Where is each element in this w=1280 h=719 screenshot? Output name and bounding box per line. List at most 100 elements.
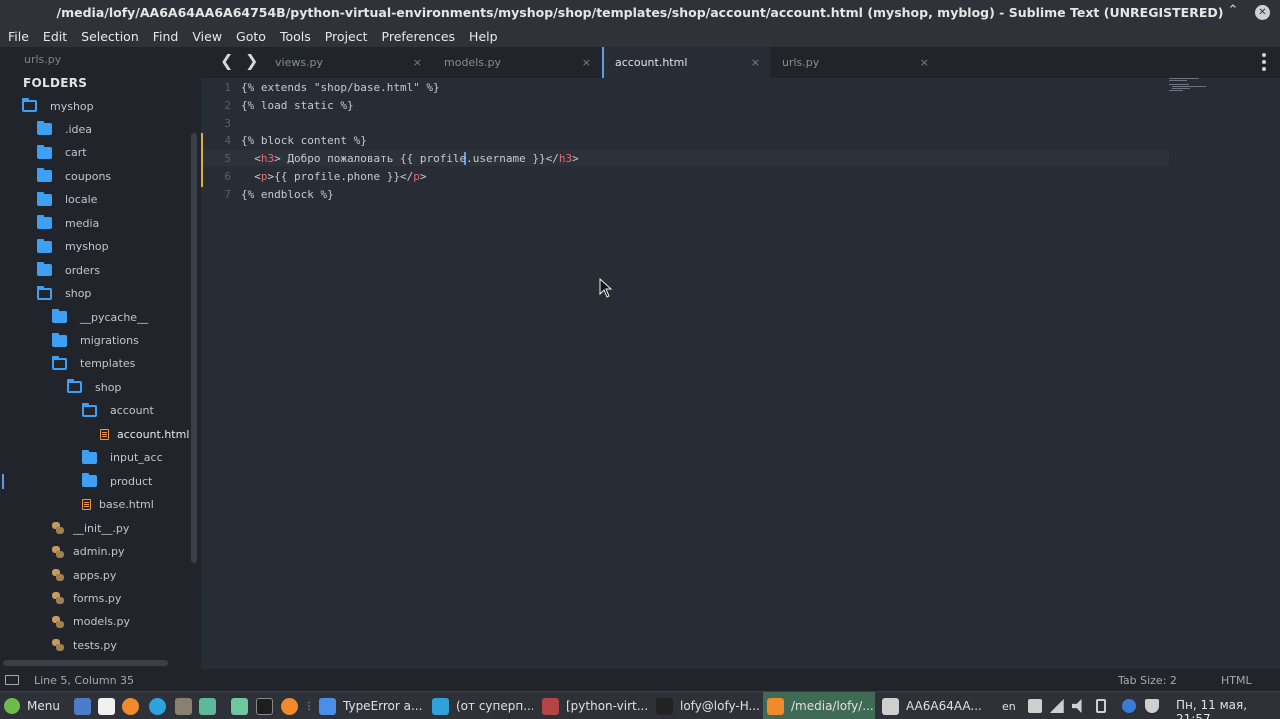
forward-arrow-icon[interactable]: ❯ [245,51,258,70]
code-line[interactable]: <h3> Добро пожаловать {{ profile.usernam… [241,152,579,165]
terminal-icon [656,697,673,715]
file-item[interactable]: base.html [82,495,154,515]
code-line[interactable]: {% load static %} [241,99,354,112]
show-desktop-icon[interactable] [74,692,98,719]
folder-item[interactable]: myshop [22,96,94,116]
keyboard-layout-indicator[interactable]: en [1002,700,1016,713]
modified-line-marker [201,133,203,152]
code-line[interactable]: {% block content %} [241,134,367,147]
chrome-icon [319,697,336,715]
taskbar-window-button[interactable]: AA6A64AA... [878,692,982,719]
menu-help[interactable]: Help [462,29,505,44]
minimize-icon[interactable]: ⌄ [1195,3,1211,20]
tab-close-icon[interactable]: × [582,56,591,69]
panel-toggle-icon[interactable] [5,675,19,685]
start-menu-button[interactable]: Menu [4,692,60,719]
close-icon[interactable]: ✕ [1255,5,1270,20]
taskbar-window-button[interactable]: /media/lofy/... [763,692,875,719]
terminal-launcher-icon[interactable] [256,692,280,719]
menu-selection[interactable]: Selection [74,29,146,44]
sidebar-horizontal-scrollbar[interactable] [3,660,168,666]
tab-urls-py[interactable]: urls.py × [771,47,939,78]
folder-item[interactable]: shop [67,377,121,397]
mint-logo-icon [4,698,20,714]
html-tag-token: h3 [260,152,275,166]
files-launcher-icon[interactable] [199,692,223,719]
code-line[interactable]: <p>{{ profile.phone }}</p> [241,170,426,183]
taskbar-window-button[interactable]: [python-virt... [538,692,648,719]
folder-icon [82,449,97,464]
python-file-icon [52,615,64,628]
skype-launcher-icon[interactable] [175,692,199,719]
folder-item[interactable]: templates [52,354,135,374]
menu-goto[interactable]: Goto [229,29,273,44]
line-number: 1 [224,81,231,94]
folder-launcher-icon[interactable] [231,692,255,719]
tab-size-selector[interactable]: Tab Size: 2 [1118,674,1177,687]
code-line[interactable]: {% extends "shop/base.html" %} [241,81,440,94]
tree-item-label: orders [65,263,101,277]
folder-item[interactable]: product [82,471,152,491]
file-item[interactable]: admin.py [52,542,124,562]
bluetooth-icon[interactable] [1121,699,1136,713]
network-icon[interactable] [1049,699,1064,713]
folder-icon [37,262,52,277]
file-item[interactable]: apps.py [52,565,116,585]
tab-models-py[interactable]: models.py × [433,47,601,78]
sidebar-vertical-scrollbar[interactable] [191,133,197,563]
html-tag-token: p [260,170,268,183]
menu-file[interactable]: File [1,29,36,44]
firefox-launcher-icon-2[interactable] [281,692,305,719]
code-editor[interactable]: 1 2 3 4 5 6 7 {% extends "shop/base.html" %} {% … [201,78,1280,669]
folder-item[interactable]: account [82,401,154,421]
menu-project[interactable]: Project [318,29,375,44]
text-editor-launcher-icon[interactable] [98,692,122,719]
taskbar-window-button[interactable]: TypeError a... [315,692,423,719]
menu-find[interactable]: Find [146,29,186,44]
tree-item-label: __init__.py [73,521,130,535]
folder-item[interactable]: orders [37,260,100,280]
clock[interactable]: Пн, 11 мая, 21:57 [1176,698,1280,719]
menu-tools[interactable]: Tools [273,29,318,44]
folder-item[interactable]: myshop [37,237,109,257]
file-item[interactable]: __init__.py [52,518,129,538]
maximize-icon[interactable]: ⌃ [1225,3,1241,20]
folder-item[interactable]: media [37,213,99,233]
folder-item[interactable]: cart [37,143,87,163]
folder-item[interactable]: coupons [37,166,111,186]
folder-item[interactable]: locale [37,190,97,210]
firefox-launcher-icon[interactable] [122,692,146,719]
file-item[interactable]: tests.py [52,635,117,655]
folder-item[interactable]: input_acc [82,448,163,468]
tab-views-py[interactable]: views.py × [264,47,432,78]
menu-preferences[interactable]: Preferences [375,29,463,44]
file-item[interactable]: forms.py [52,588,121,608]
menu-edit[interactable]: Edit [36,29,74,44]
file-item[interactable]: models.py [52,612,130,632]
folder-item[interactable]: .idea [37,119,92,139]
open-files-partial-item[interactable]: urls.py [24,53,61,66]
printer-icon[interactable] [1027,699,1042,713]
minimap[interactable] [1169,78,1269,108]
taskbar-window-button[interactable]: lofy@lofy-H... [652,692,760,719]
tab-close-icon[interactable]: × [413,56,422,69]
folder-item[interactable]: __pycache__ [52,307,148,327]
back-arrow-icon[interactable]: ❮ [220,51,233,70]
menu-view[interactable]: View [185,29,229,44]
folder-item[interactable]: shop [37,284,91,304]
tab-label: account.html [615,56,688,69]
telegram-launcher-icon[interactable] [149,692,173,719]
taskbar-window-button[interactable]: (от суперп... [428,692,533,719]
syntax-selector[interactable]: HTML [1221,674,1252,687]
folder-icon [52,309,67,324]
file-item[interactable]: account.html [100,424,189,444]
tab-close-icon[interactable]: × [920,56,929,69]
tab-account-html[interactable]: account.html × [602,47,770,78]
code-line[interactable]: {% endblock %} [241,188,334,201]
folder-item[interactable]: migrations [52,331,139,351]
update-icon[interactable] [1095,699,1106,713]
shield-icon[interactable] [1144,699,1159,713]
volume-icon[interactable] [1071,699,1082,713]
tab-close-icon[interactable]: × [751,56,760,69]
tab-overflow-menu-icon[interactable] [1262,53,1266,71]
